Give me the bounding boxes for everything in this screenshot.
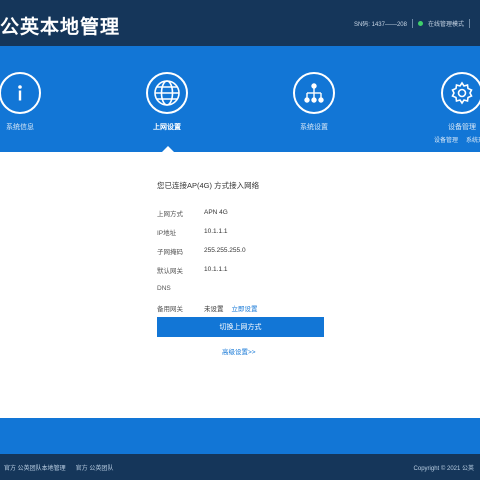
connection-info-list: 上网方式 APN 4G IP地址 10.1.1.1 子网掩码 255.255.2… — [157, 203, 258, 317]
advanced-settings-link[interactable]: 高级设置>> — [222, 346, 256, 356]
info-row-ip-address: IP地址 10.1.1.1 — [157, 222, 258, 241]
info-row-default-gateway: 默认网关 10.1.1.1 — [157, 260, 258, 279]
info-row-subnet-mask: 子网掩码 255.255.255.0 — [157, 241, 258, 260]
online-status-icon — [417, 21, 423, 26]
status-text: 在线管理模式 — [427, 22, 464, 28]
header-divider — [411, 19, 413, 28]
info-key: DNS — [157, 285, 171, 292]
nav-band: 系统信息 上网设置 系统设置 设备管理 设备管理 系统 — [0, 46, 480, 152]
info-value: 未设置 — [204, 305, 224, 313]
footer-links: 官方 公英团队本地管理 官方 公英团队 — [4, 463, 113, 472]
info-value: 10.1.1.1 — [204, 228, 228, 235]
bottom-band — [0, 418, 480, 454]
footer: 官方 公英团队本地管理 官方 公英团队 Copyright © 2021 公英 — [0, 454, 480, 480]
info-icon — [0, 72, 41, 114]
nav-item-system-settings[interactable]: 系统设置 — [284, 72, 344, 132]
copyright-text: Copyright © 2021 公英 — [413, 466, 474, 472]
info-key: 默认网关 — [157, 267, 183, 275]
footer-link[interactable]: 官方 公英团队 — [76, 463, 114, 472]
info-key: 上网方式 — [157, 210, 183, 218]
nav-label: 系统信息 — [6, 124, 34, 131]
gear-icon — [441, 72, 480, 114]
info-key: IP地址 — [157, 229, 177, 237]
connection-summary: 您已连接AP(4G) 方式接入网络 — [157, 181, 260, 190]
app-title: 公英本地管理 — [0, 17, 121, 38]
info-row-connection-type: 上网方式 APN 4G — [157, 203, 258, 222]
nav-item-device-management[interactable]: 设备管理 设备管理 系统升级 — [432, 72, 480, 144]
active-tab-caret — [162, 146, 174, 152]
info-value: 255.255.255.0 — [204, 247, 246, 254]
nav-item-internet-settings[interactable]: 上网设置 — [137, 72, 197, 132]
top-header-bar: 公英本地管理 SN码: 1437——208 在线管理模式 — [0, 0, 480, 46]
info-key: 子网掩码 — [157, 248, 183, 256]
nav-label: 上网设置 — [153, 124, 181, 131]
nav-label: 系统设置 — [300, 124, 328, 131]
network-icon — [293, 72, 335, 114]
globe-icon — [146, 72, 188, 114]
set-now-link[interactable]: 立即设置 — [232, 303, 258, 313]
info-key: 备用网关 — [157, 305, 183, 313]
footer-link[interactable]: 官方 公英团队本地管理 — [4, 463, 66, 472]
header-divider — [469, 19, 470, 28]
nav-sub-link-device-management[interactable]: 设备管理 — [434, 135, 458, 144]
info-value: APN 4G — [204, 209, 228, 216]
info-value: 10.1.1.1 — [204, 266, 228, 273]
switch-connection-button[interactable]: 切换上网方式 — [157, 317, 324, 337]
nav-sub-links: 设备管理 系统升级 — [434, 135, 480, 144]
device-info: SN码: 1437——208 — [353, 22, 407, 28]
nav-label: 设备管理 — [448, 124, 476, 131]
nav-item-system-info[interactable]: 系统信息 — [0, 72, 50, 132]
info-row-dns: DNS — [157, 279, 258, 298]
info-row-backup-gateway: 备用网关 未设置 立即设置 — [157, 298, 258, 317]
header-status-area: SN码: 1437——208 在线管理模式 — [354, 19, 470, 28]
nav-sub-link-system-upgrade[interactable]: 系统升级 — [466, 135, 480, 144]
